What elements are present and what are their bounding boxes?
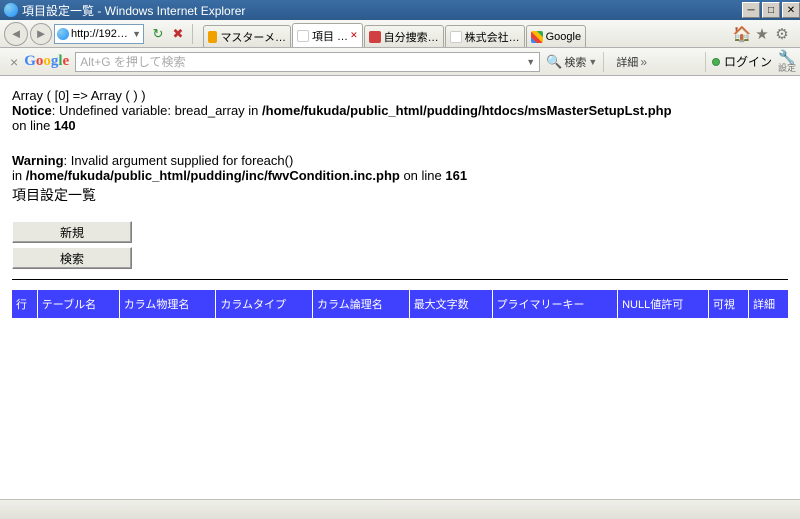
toolbar-right: 🏠 ★ ⚙ — [732, 24, 792, 44]
col-detail: 詳細 — [748, 290, 788, 318]
tab-label: 自分捜索… — [384, 29, 439, 45]
stop-button[interactable]: ✖ — [168, 24, 188, 44]
forward-button[interactable]: ► — [30, 23, 52, 45]
col-row: 行 — [12, 290, 37, 318]
search-button[interactable]: 検索 — [12, 247, 132, 269]
tab-1[interactable]: 項目 … ✕ — [292, 23, 363, 47]
tab-label: 項目 … — [312, 28, 348, 44]
favicon-icon — [297, 30, 309, 42]
chevron-right-icon: » — [640, 55, 647, 69]
col-visible: 可視 — [708, 290, 748, 318]
tab-strip: マスターメ… 項目 … ✕ 自分捜索… 株式会社… Google — [203, 20, 732, 47]
close-button[interactable]: ✕ — [782, 2, 800, 18]
minimize-button[interactable]: ─ — [742, 2, 760, 18]
google-detail-button[interactable]: 詳細 » — [616, 54, 647, 70]
status-dot-icon — [712, 58, 720, 66]
dropdown-icon[interactable]: ▼ — [526, 57, 535, 67]
google-search-button[interactable]: 🔍 検索 ▼ — [546, 54, 597, 70]
col-null-allowed: NULL値許可 — [618, 290, 709, 318]
col-physical-name: カラム物理名 — [119, 290, 216, 318]
tab-4[interactable]: Google — [526, 25, 586, 47]
favicon-icon — [369, 31, 381, 43]
tools-icon[interactable]: ⚙ — [772, 24, 792, 44]
status-bar — [0, 499, 800, 519]
php-notice: Notice: Undefined variable: bread_array … — [12, 103, 788, 133]
window-titlebar: 項目設定一覧 - Windows Internet Explorer ─ □ ✕ — [0, 0, 800, 20]
favorites-icon[interactable]: ★ — [752, 24, 772, 44]
google-logo: Google — [24, 53, 69, 70]
search-placeholder: Alt+G を押して検索 — [80, 53, 185, 70]
login-link[interactable]: ログイン — [724, 53, 772, 70]
favicon-icon — [531, 31, 543, 43]
settings-label: 設定 — [778, 64, 796, 73]
page-favicon — [57, 28, 69, 40]
col-primary-key: プライマリーキー — [492, 290, 618, 318]
refresh-button[interactable]: ↻ — [148, 24, 168, 44]
search-icon: 🔍 — [546, 54, 562, 70]
dropdown-icon[interactable]: ▼ — [132, 29, 141, 39]
settings-button[interactable]: 🔧設定 — [778, 50, 796, 73]
address-text: http://192… — [71, 28, 128, 40]
search-button-label: 検索 — [564, 54, 586, 70]
tab-2[interactable]: 自分捜索… — [364, 25, 444, 47]
columns-table: 行 テーブル名 カラム物理名 カラムタイプ カラム論理名 最大文字数 プライマリ… — [12, 290, 788, 318]
col-table-name: テーブル名 — [37, 290, 119, 318]
php-warning: Warning: Invalid argument supplied for f… — [12, 153, 788, 183]
tab-0[interactable]: マスターメ… — [203, 25, 291, 47]
close-tab-icon[interactable]: ✕ — [350, 30, 358, 41]
tab-label: マスターメ… — [220, 29, 286, 45]
ie-icon — [4, 3, 18, 17]
tab-label: Google — [546, 31, 581, 43]
favicon-icon — [450, 31, 462, 43]
home-icon[interactable]: 🏠 — [732, 24, 752, 44]
window-title: 項目設定一覧 - Windows Internet Explorer — [22, 2, 245, 19]
maximize-button[interactable]: □ — [762, 2, 780, 18]
table-header-row: 行 テーブル名 カラム物理名 カラムタイプ カラム論理名 最大文字数 プライマリ… — [12, 290, 788, 318]
page-content: Array ( [0] => Array ( ) ) Notice: Undef… — [0, 76, 800, 499]
col-logical-name: カラム論理名 — [313, 290, 410, 318]
dropdown-icon: ▼ — [588, 57, 597, 67]
address-bar[interactable]: http://192… ▼ — [54, 24, 144, 44]
google-search-input[interactable]: Alt+G を押して検索 ▼ — [75, 52, 540, 72]
google-toolbar: × Google Alt+G を押して検索 ▼ 🔍 検索 ▼ 詳細 » ログイン… — [0, 48, 800, 76]
tab-label: 株式会社… — [465, 29, 520, 45]
favicon-icon — [208, 31, 217, 43]
new-button[interactable]: 新規 — [12, 221, 132, 243]
php-array-output: Array ( [0] => Array ( ) ) — [12, 88, 788, 103]
detail-button-label: 詳細 — [616, 54, 638, 70]
page-title: 項目設定一覧 — [12, 185, 788, 205]
back-button[interactable]: ◄ — [4, 22, 28, 46]
window-buttons: ─ □ ✕ — [740, 2, 800, 18]
close-toolbar-icon[interactable]: × — [4, 54, 24, 70]
tab-3[interactable]: 株式会社… — [445, 25, 525, 47]
divider — [12, 279, 788, 280]
col-max-chars: 最大文字数 — [409, 290, 492, 318]
col-type: カラムタイプ — [216, 290, 313, 318]
nav-toolbar: ◄ ► http://192… ▼ ↻ ✖ マスターメ… 項目 … ✕ 自分捜索… — [0, 20, 800, 48]
